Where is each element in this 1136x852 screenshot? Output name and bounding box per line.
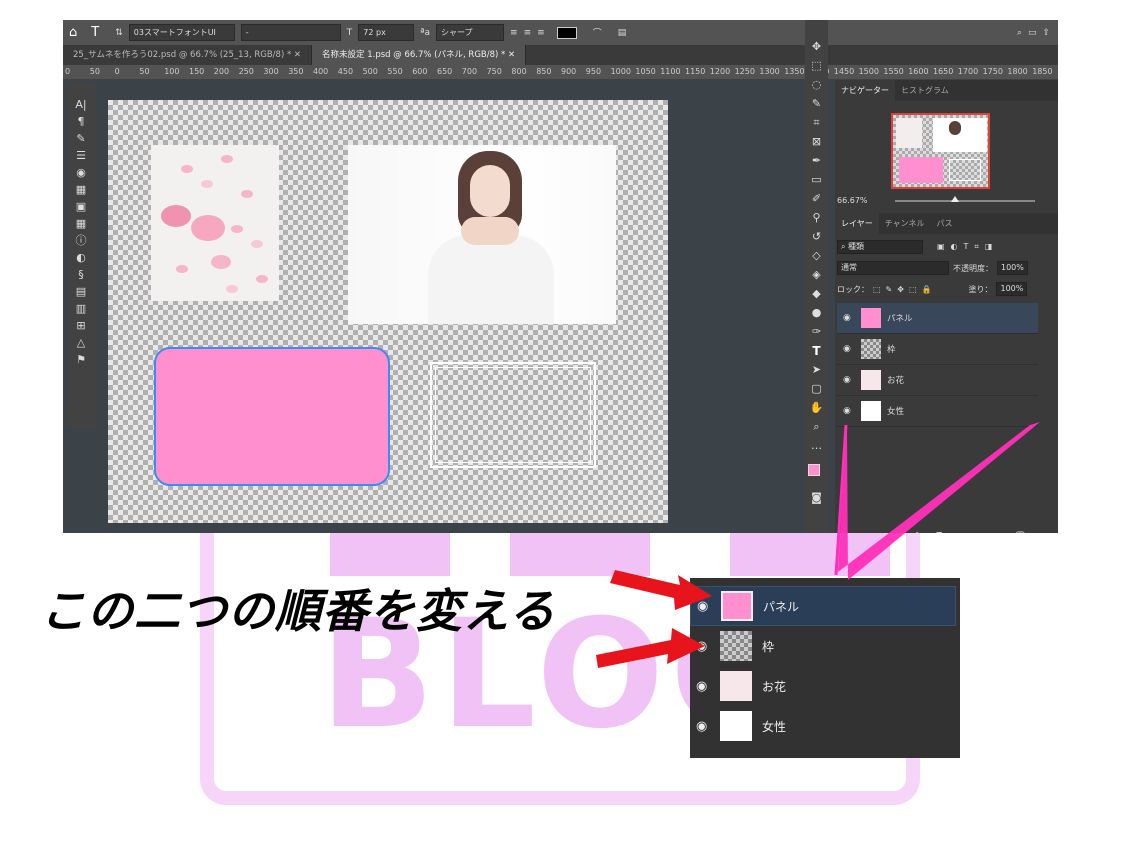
red-arrow-2 <box>596 628 705 668</box>
annotation-overlay <box>596 422 1040 668</box>
callout-zigzag <box>838 422 1040 580</box>
red-arrow-1 <box>610 570 712 610</box>
